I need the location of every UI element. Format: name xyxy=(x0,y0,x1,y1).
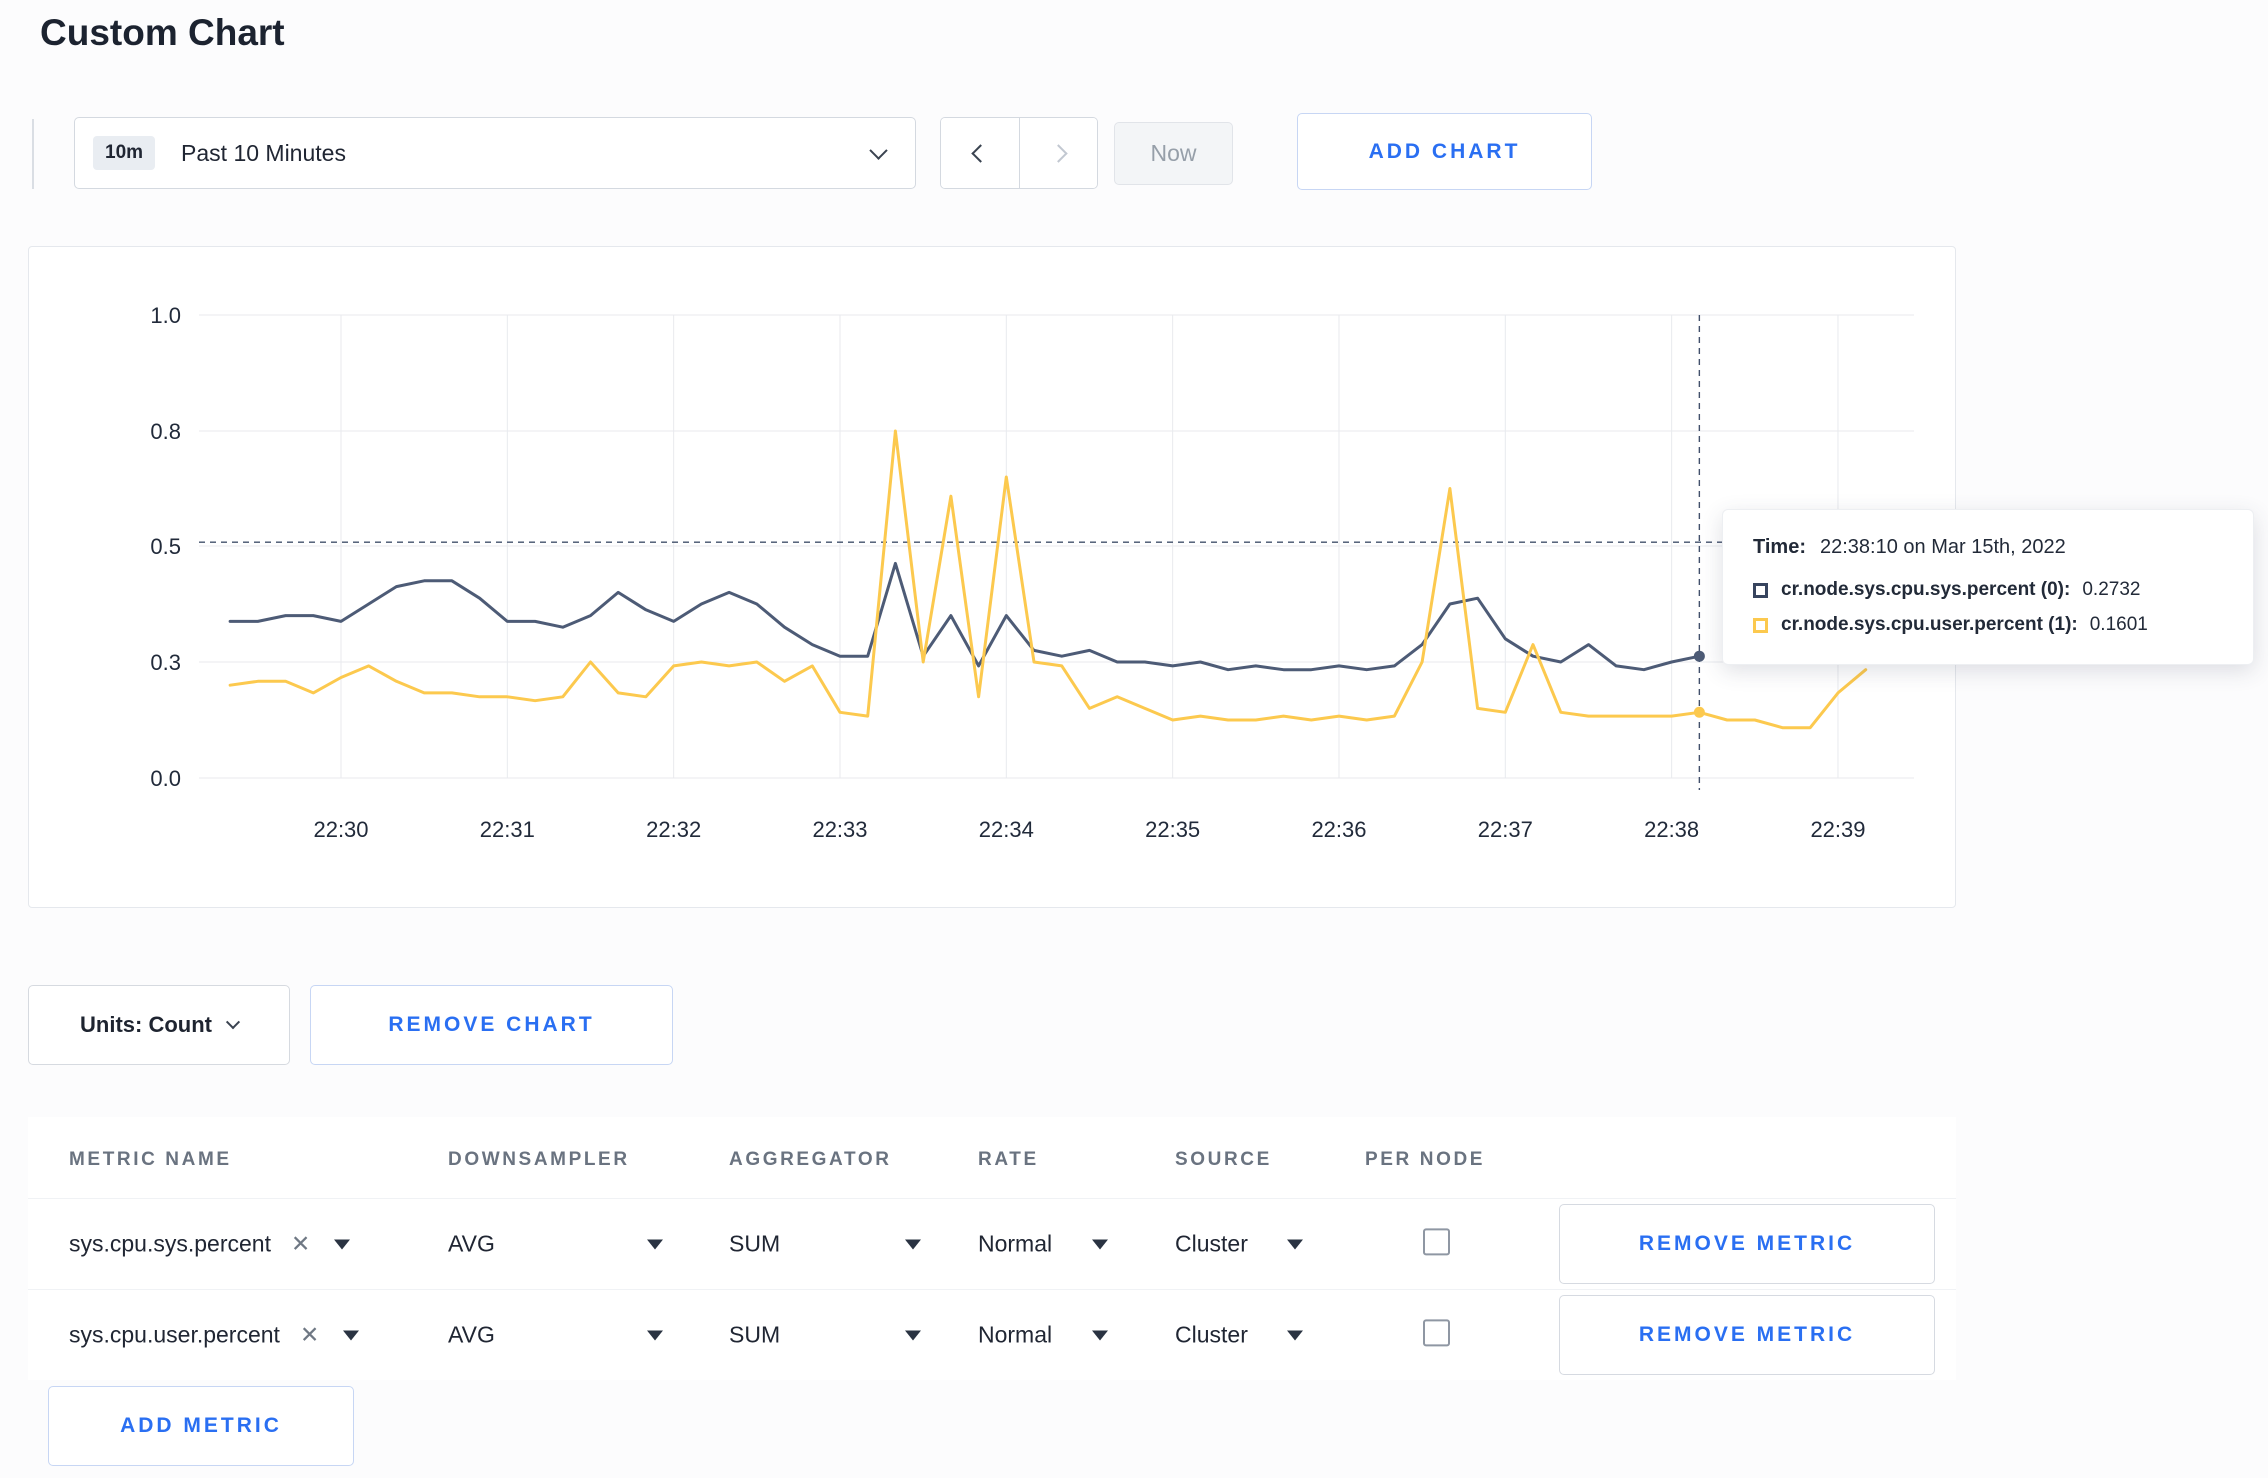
chevron-down-icon xyxy=(225,1015,241,1030)
svg-text:22:37: 22:37 xyxy=(1478,817,1533,842)
toolbar-divider xyxy=(32,119,34,189)
tooltip-series-value: 0.2732 xyxy=(2082,579,2141,600)
tooltip-time-label: Time: xyxy=(1753,536,1806,558)
chevron-right-icon xyxy=(1049,143,1068,163)
tooltip-time-row: Time: 22:38:10 on Mar 15th, 2022 xyxy=(1753,536,2223,559)
chart-card: 0.0 0.3 0.5 0.8 1.0 22:30 22:31 22:32 22:33 22:34… xyxy=(28,246,1956,908)
caret-down-icon xyxy=(334,1239,351,1249)
metrics-table: METRIC NAME DOWNSAMPLER AGGREGATOR RATE … xyxy=(28,1117,1956,1380)
column-header-downsampler: DOWNSAMPLER xyxy=(448,1149,630,1170)
prev-time-button[interactable] xyxy=(941,118,1019,188)
svg-text:1.0: 1.0 xyxy=(150,303,181,328)
per-node-checkbox[interactable] xyxy=(1423,1319,1450,1347)
close-icon[interactable]: ✕ xyxy=(300,1323,319,1347)
downsampler-select[interactable]: AVG xyxy=(448,1231,663,1258)
now-button[interactable]: Now xyxy=(1114,122,1233,185)
svg-text:0.5: 0.5 xyxy=(150,534,181,559)
downsampler-value: AVG xyxy=(448,1321,495,1348)
metric-row: sys.cpu.sys.percent ✕ AVG SUM Normal Clu… xyxy=(28,1198,1956,1289)
downsampler-value: AVG xyxy=(448,1230,495,1257)
source-select[interactable]: Cluster xyxy=(1175,1322,1303,1349)
tooltip-series-row: cr.node.sys.cpu.sys.percent (0): 0.2732 xyxy=(1753,579,2223,601)
add-metric-button[interactable]: ADD METRIC xyxy=(48,1386,354,1466)
metric-name-select[interactable]: sys.cpu.user.percent ✕ xyxy=(69,1322,409,1349)
sys-series-swatch-icon xyxy=(1753,582,1768,598)
svg-text:22:32: 22:32 xyxy=(646,817,701,842)
aggregator-select[interactable]: SUM xyxy=(729,1322,921,1349)
caret-down-icon xyxy=(647,1239,663,1249)
chevron-left-icon xyxy=(970,143,990,163)
metric-name-select[interactable]: sys.cpu.sys.percent ✕ xyxy=(69,1231,409,1258)
rate-value: Normal xyxy=(978,1230,1053,1257)
column-header-rate: RATE xyxy=(978,1149,1039,1170)
caret-down-icon xyxy=(343,1330,360,1340)
time-nav-group xyxy=(940,117,1098,189)
chart-canvas[interactable]: 0.0 0.3 0.5 0.8 1.0 22:30 22:31 22:32 22:33 22:34… xyxy=(29,247,1957,909)
units-label: Units: Count xyxy=(80,1012,212,1037)
rate-select[interactable]: Normal xyxy=(978,1231,1108,1258)
tooltip-series-value: 0.1601 xyxy=(2089,614,2148,635)
per-node-checkbox[interactable] xyxy=(1423,1228,1450,1256)
svg-text:0.3: 0.3 xyxy=(150,650,181,675)
metric-row: sys.cpu.user.percent ✕ AVG SUM Normal Cl… xyxy=(28,1289,1956,1380)
source-value: Cluster xyxy=(1175,1230,1248,1257)
add-chart-button[interactable]: ADD CHART xyxy=(1297,113,1592,190)
user-series-swatch-icon xyxy=(1753,617,1768,633)
svg-text:0.0: 0.0 xyxy=(150,766,181,791)
close-icon[interactable]: ✕ xyxy=(291,1232,310,1256)
metrics-table-header: METRIC NAME DOWNSAMPLER AGGREGATOR RATE … xyxy=(28,1117,1956,1198)
column-header-source: SOURCE xyxy=(1175,1149,1272,1170)
tooltip-time-value: 22:38:10 on Mar 15th, 2022 xyxy=(1819,536,2066,558)
column-header-metric-name: METRIC NAME xyxy=(69,1149,232,1170)
chevron-down-icon xyxy=(869,140,888,160)
svg-text:22:31: 22:31 xyxy=(480,817,535,842)
caret-down-icon xyxy=(1092,1330,1108,1340)
chart-tooltip: Time: 22:38:10 on Mar 15th, 2022 cr.node.… xyxy=(1722,509,2254,665)
next-time-button[interactable] xyxy=(1019,118,1097,188)
units-select[interactable]: Units: Count xyxy=(28,985,290,1065)
downsampler-select[interactable]: AVG xyxy=(448,1322,663,1349)
svg-text:22:39: 22:39 xyxy=(1810,817,1865,842)
svg-text:22:34: 22:34 xyxy=(979,817,1034,842)
column-header-per-node: PER NODE xyxy=(1365,1149,1486,1170)
aggregator-value: SUM xyxy=(729,1230,781,1257)
caret-down-icon xyxy=(905,1330,921,1340)
svg-text:22:33: 22:33 xyxy=(812,817,867,842)
caret-down-icon xyxy=(1287,1330,1303,1340)
metric-name-label: sys.cpu.sys.percent xyxy=(69,1230,271,1257)
source-value: Cluster xyxy=(1175,1321,1248,1348)
svg-text:22:36: 22:36 xyxy=(1311,817,1366,842)
svg-text:22:30: 22:30 xyxy=(313,817,368,842)
remove-metric-button[interactable]: REMOVE METRIC xyxy=(1559,1204,1935,1284)
svg-text:22:38: 22:38 xyxy=(1644,817,1699,842)
tooltip-series-label: cr.node.sys.cpu.sys.percent (0): xyxy=(1781,579,2071,600)
rate-select[interactable]: Normal xyxy=(978,1322,1108,1349)
metric-name-label: sys.cpu.user.percent xyxy=(69,1321,280,1348)
time-range-select[interactable]: 10m Past 10 Minutes xyxy=(74,117,916,189)
time-range-chip: 10m xyxy=(93,136,156,170)
svg-text:22:35: 22:35 xyxy=(1145,817,1200,842)
aggregator-value: SUM xyxy=(729,1321,781,1348)
aggregator-select[interactable]: SUM xyxy=(729,1231,921,1258)
rate-value: Normal xyxy=(978,1321,1053,1348)
svg-text:0.8: 0.8 xyxy=(150,419,181,444)
time-range-label: Past 10 Minutes xyxy=(181,139,346,166)
page-title: Custom Chart xyxy=(40,12,285,53)
source-select[interactable]: Cluster xyxy=(1175,1231,1303,1258)
caret-down-icon xyxy=(647,1330,663,1340)
remove-chart-button[interactable]: REMOVE CHART xyxy=(310,985,673,1065)
column-header-aggregator: AGGREGATOR xyxy=(729,1149,892,1170)
caret-down-icon xyxy=(905,1239,921,1249)
remove-metric-button[interactable]: REMOVE METRIC xyxy=(1559,1295,1935,1375)
caret-down-icon xyxy=(1287,1239,1303,1249)
tooltip-series-label: cr.node.sys.cpu.user.percent (1): xyxy=(1781,614,2078,635)
tooltip-series-row: cr.node.sys.cpu.user.percent (1): 0.1601 xyxy=(1753,614,2223,636)
caret-down-icon xyxy=(1092,1239,1108,1249)
